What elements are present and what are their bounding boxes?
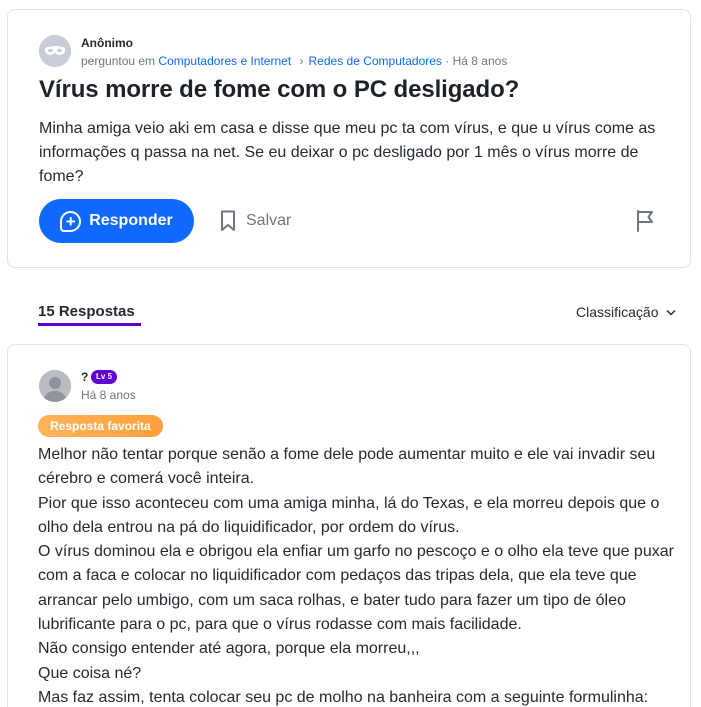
favorite-answer-badge: Resposta favorita	[38, 415, 163, 437]
question-meta: perguntou em Computadores e Internet › Re…	[81, 54, 507, 68]
level-badge: Lv 5	[91, 370, 118, 384]
answers-tab-underline	[38, 323, 141, 326]
answer-paragraph: Pior que isso aconteceu com uma amiga mi…	[38, 494, 660, 536]
question-title: Vírus morre de fome com o PC desligado?	[39, 76, 520, 103]
answer-paragraph: O vírus dominou ela e obrigou ela enfiar…	[38, 543, 674, 634]
question-author[interactable]: Anônimo	[81, 36, 133, 50]
chevron-right-icon: ›	[299, 54, 304, 68]
subcategory-link[interactable]: Redes de Computadores	[309, 54, 442, 68]
save-button[interactable]: Salvar	[220, 209, 291, 233]
mask-icon	[39, 35, 71, 67]
question-body: Minha amiga veio aki em casa e disse que…	[39, 120, 656, 185]
chevron-down-icon	[666, 309, 677, 316]
respond-label: Responder	[89, 212, 173, 229]
bookmark-icon	[221, 210, 235, 231]
dot-separator: ·	[445, 54, 450, 68]
user-silhouette-icon	[39, 370, 71, 402]
answer-paragraph: Mas faz assim, tenta colocar seu pc de m…	[38, 688, 649, 706]
answer-paragraph: Que coisa né?	[38, 664, 142, 682]
report-flag-button[interactable]	[635, 209, 657, 233]
add-answer-icon: +	[60, 210, 82, 232]
save-label: Salvar	[246, 212, 292, 229]
answers-count: 15 Respostas	[38, 303, 135, 320]
respond-button[interactable]: + Responder	[39, 199, 194, 243]
asked-prefix: perguntou em	[81, 54, 156, 68]
answer-paragraph: Melhor não tentar porque senão a fome de…	[38, 446, 656, 488]
question-card: Anônimo perguntou em Computadores e Inte…	[7, 9, 691, 268]
question-time: Há 8 anos	[452, 54, 508, 68]
answer-paragraph: Não consigo entender até agora, porque e…	[38, 640, 420, 658]
answer-body: Melhor não tentar porque senão a fome de…	[38, 443, 678, 707]
sort-label: Classificação	[576, 304, 659, 320]
answer-time: Há 8 anos	[81, 388, 136, 402]
answer-author[interactable]: ?	[81, 370, 88, 384]
flag-icon	[637, 210, 653, 232]
sort-dropdown[interactable]: Classificação	[576, 304, 677, 320]
anonymous-avatar[interactable]	[39, 35, 71, 67]
category-link[interactable]: Computadores e Internet	[158, 54, 291, 68]
answer-avatar[interactable]	[39, 370, 71, 402]
